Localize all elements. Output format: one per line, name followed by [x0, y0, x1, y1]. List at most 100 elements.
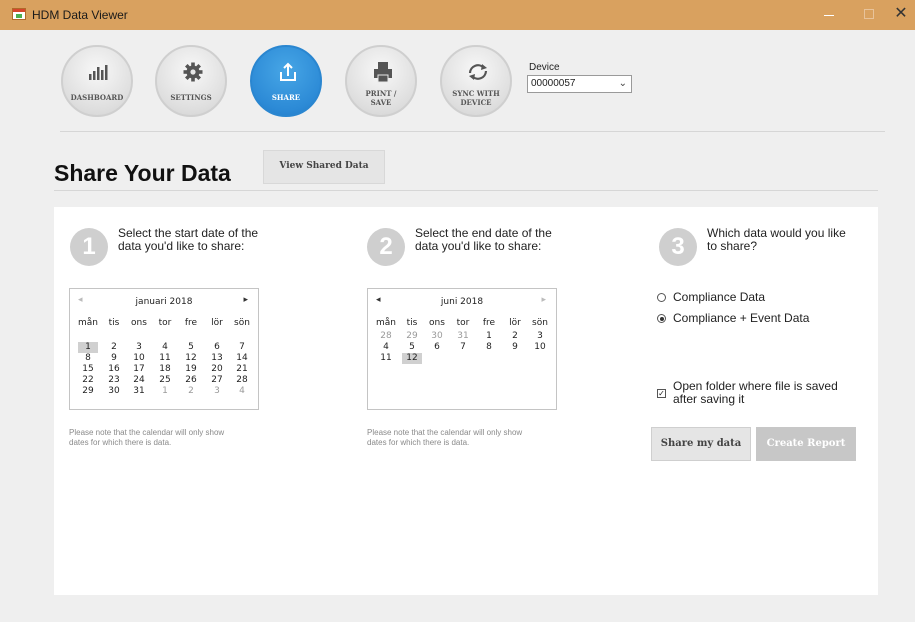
calendar-day[interactable]: 7: [232, 342, 252, 353]
calendar-day[interactable]: 4: [232, 386, 252, 397]
calendar-day[interactable]: 9: [104, 353, 124, 364]
compliance-event-data-radio[interactable]: [657, 314, 666, 323]
calendar-weekday-label: tor: [456, 318, 470, 328]
calendar-day[interactable]: 13: [207, 353, 227, 364]
compliance-data-label[interactable]: Compliance Data: [673, 290, 765, 304]
calendar-day[interactable]: 7: [453, 342, 473, 353]
chevron-down-icon: ⌄: [618, 78, 627, 89]
compliance-data-radio[interactable]: [657, 293, 666, 302]
calendar-day[interactable]: 14: [232, 353, 252, 364]
calendar-month: juni 2018: [440, 297, 484, 307]
calendar-weekday-label: lör: [211, 318, 223, 328]
calendar-day[interactable]: 1: [78, 342, 98, 353]
step-2-note: Please note that the calendar will only …: [367, 428, 522, 448]
calendar-weekday-label: fre: [482, 318, 496, 328]
calendar-day[interactable]: 31: [453, 331, 473, 342]
calendar-day[interactable]: 1: [155, 386, 175, 397]
device-select[interactable]: 00000057 ⌄: [527, 75, 632, 93]
end-date-calendar[interactable]: ◂ juni 2018 ▸ mån tis ons tor fre lör sön 28 29 3…: [367, 288, 557, 410]
create-report-button[interactable]: Create Report: [756, 427, 856, 461]
calendar-day[interactable]: 16: [104, 364, 124, 375]
window-title: HDM Data Viewer: [32, 8, 128, 22]
calendar-day[interactable]: 6: [207, 342, 227, 353]
step-3-badge: 3: [659, 228, 697, 266]
calendar-day[interactable]: 28: [376, 331, 396, 342]
open-folder-label[interactable]: Open folder where file is saved after sa…: [673, 380, 838, 406]
step-1-note-line2: dates for which there is data.: [69, 438, 172, 447]
calendar-day[interactable]: 1: [479, 331, 499, 342]
nav-settings-button[interactable]: SETTINGS: [155, 45, 227, 117]
calendar-day[interactable]: 30: [427, 331, 447, 342]
calendar-day[interactable]: 8: [78, 353, 98, 364]
calendar-day[interactable]: 22: [78, 375, 98, 386]
calendar-day[interactable]: 18: [155, 364, 175, 375]
calendar-day[interactable]: 17: [129, 364, 149, 375]
calendar-day[interactable]: 27: [207, 375, 227, 386]
calendar-day[interactable]: 10: [129, 353, 149, 364]
calendar-day[interactable]: 21: [232, 364, 252, 375]
calendar-day[interactable]: 26: [181, 375, 201, 386]
calendar-day[interactable]: 20: [207, 364, 227, 375]
nav-print-save-button[interactable]: PRINT / SAVE: [345, 45, 417, 117]
nav-sync-button[interactable]: SYNC WITH DEVICE: [440, 45, 512, 117]
step-3-instructions: Which data would you like to share?: [707, 227, 846, 253]
calendar-day[interactable]: 4: [376, 342, 396, 353]
compliance-event-data-label[interactable]: Compliance + Event Data: [673, 311, 809, 325]
view-shared-data-button[interactable]: View Shared Data: [263, 150, 385, 184]
step-1-note-line1: Please note that the calendar will only …: [69, 428, 225, 437]
calendar-day[interactable]: 28: [232, 375, 252, 386]
nav-dashboard-button[interactable]: DASHBOARD: [61, 45, 133, 117]
app-icon: [12, 8, 26, 20]
calendar-day[interactable]: 5: [181, 342, 201, 353]
nav-share-label: SHARE: [271, 93, 301, 102]
start-date-calendar[interactable]: ◂ januari 2018 ▸ mån tis ons tor fre lör sön 1 2…: [69, 288, 259, 410]
calendar-day[interactable]: 4: [155, 342, 175, 353]
share-upload-icon: [252, 61, 320, 83]
calendar-weekday-label: sön: [532, 318, 548, 328]
calendar-day[interactable]: 31: [129, 386, 149, 397]
calendar-day[interactable]: 6: [427, 342, 447, 353]
open-folder-checkbox[interactable]: ✓: [657, 389, 666, 398]
calendar-day[interactable]: 23: [104, 375, 124, 386]
calendar-day[interactable]: 29: [402, 331, 422, 342]
maximize-button[interactable]: [858, 4, 880, 24]
calendar-day[interactable]: 12: [402, 353, 422, 364]
step-1-note: Please note that the calendar will only …: [69, 428, 224, 448]
calendar-day[interactable]: 8: [479, 342, 499, 353]
minimize-button[interactable]: [818, 4, 840, 24]
calendar-day[interactable]: 12: [181, 353, 201, 364]
maximize-icon: [864, 9, 874, 19]
calendar-day[interactable]: 29: [78, 386, 98, 397]
calendar-weekday-label: fre: [184, 318, 198, 328]
calendar-weekday-label: ons: [131, 318, 147, 328]
calendar-next-icon[interactable]: ▸: [243, 295, 248, 305]
calendar-day[interactable]: 15: [78, 364, 98, 375]
calendar-day[interactable]: 2: [104, 342, 124, 353]
share-my-data-button[interactable]: Share my data: [651, 427, 751, 461]
calendar-day[interactable]: 10: [530, 342, 550, 353]
calendar-day[interactable]: 3: [207, 386, 227, 397]
calendar-day[interactable]: 2: [181, 386, 201, 397]
bar-chart-icon: [63, 61, 131, 83]
calendar-weekday-label: sön: [234, 318, 250, 328]
calendar-next-icon[interactable]: ▸: [541, 295, 546, 305]
calendar-day[interactable]: 3: [530, 331, 550, 342]
calendar-day[interactable]: 11: [155, 353, 175, 364]
nav-share-button[interactable]: SHARE: [250, 45, 322, 117]
calendar-day[interactable]: 3: [129, 342, 149, 353]
calendar-day[interactable]: 11: [376, 353, 396, 364]
calendar-day[interactable]: 24: [129, 375, 149, 386]
calendar-day[interactable]: 19: [181, 364, 201, 375]
calendar-day[interactable]: 2: [505, 331, 525, 342]
calendar-day[interactable]: 25: [155, 375, 175, 386]
device-value: 00000057: [531, 78, 576, 89]
close-button[interactable]: ✕: [890, 4, 912, 24]
calendar-day[interactable]: 9: [505, 342, 525, 353]
calendar-day[interactable]: 5: [402, 342, 422, 353]
step-1-line1: Select the start date of the: [118, 226, 259, 240]
divider: [54, 190, 878, 191]
calendar-day[interactable]: 30: [104, 386, 124, 397]
calendar-weekday-label: tis: [108, 318, 120, 328]
step-2-line1: Select the end date of the: [415, 226, 552, 240]
gear-icon: [157, 61, 225, 83]
